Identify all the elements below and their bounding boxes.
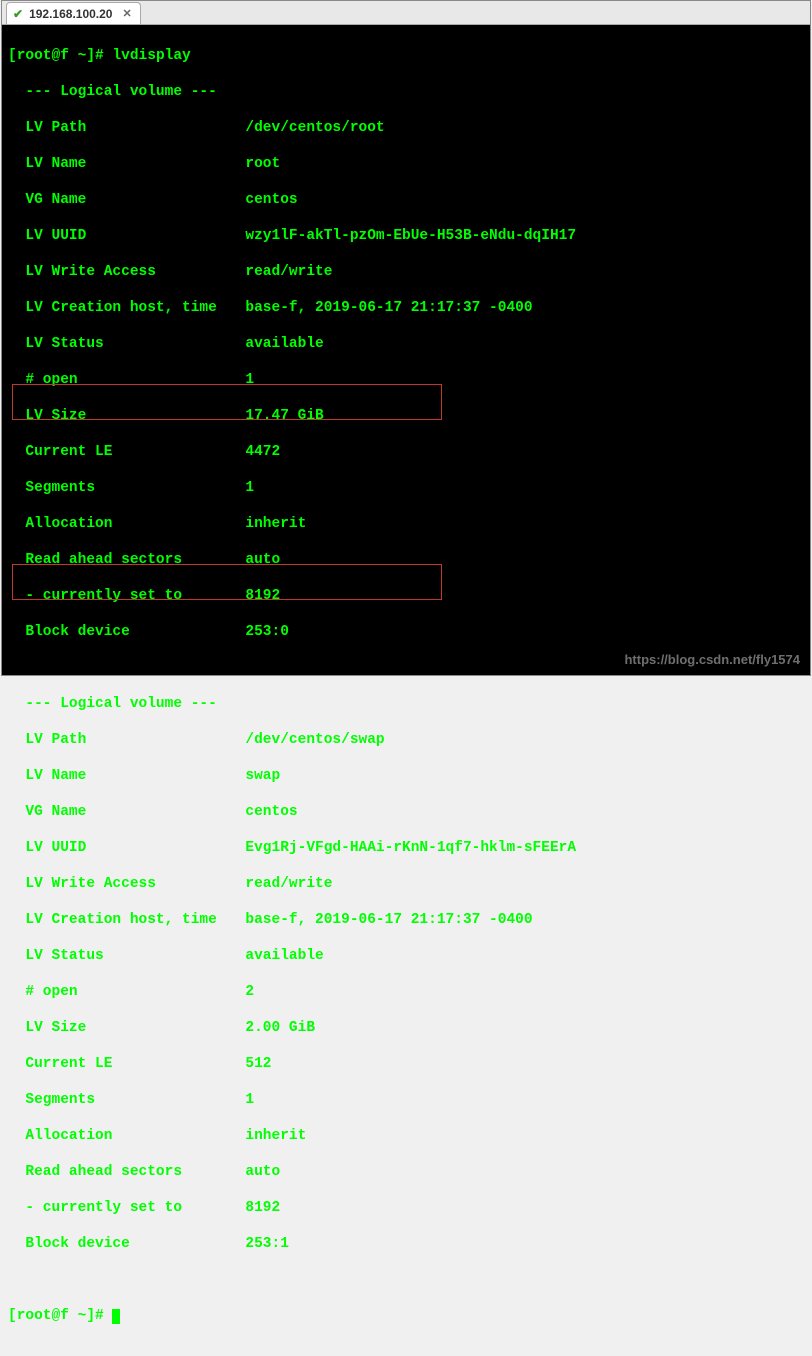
session-tab[interactable]: ✔ 192.168.100.20 ✕	[6, 2, 141, 24]
lv2-creation: LV Creation host, timebase-f, 2019-06-17…	[8, 911, 804, 929]
lv2-open: # open2	[8, 983, 804, 1001]
lv2-read-ahead: Read ahead sectorsauto	[8, 1163, 804, 1181]
lv1-name: LV Nameroot	[8, 155, 804, 173]
bracket-close: ]	[86, 48, 95, 64]
prompt-symbol: #	[95, 48, 104, 64]
lv2-segments: Segments1	[8, 1091, 804, 1109]
user-host: root@f	[17, 48, 69, 64]
prompt-line-2: [root@f ~]#	[8, 1307, 804, 1325]
lv2-path: LV Path/dev/centos/swap	[8, 731, 804, 749]
lv1-read-ahead: Read ahead sectorsauto	[8, 551, 804, 569]
terminal-body[interactable]: [root@f ~]# lvdisplay --- Logical volume…	[2, 25, 810, 675]
lv2-vg: VG Namecentos	[8, 803, 804, 821]
lv2-size: LV Size2.00 GiB	[8, 1019, 804, 1037]
blank-line-2	[8, 1271, 804, 1289]
check-icon: ✔	[13, 7, 23, 21]
close-icon[interactable]: ✕	[122, 7, 131, 20]
lv1-allocation: Allocationinherit	[8, 515, 804, 533]
command-text: lvdisplay	[112, 48, 190, 64]
lv2-uuid: LV UUIDEvg1Rj-VFgd-HAAi-rKnN-1qf7-hklm-s…	[8, 839, 804, 857]
lv1-write-access: LV Write Accessread/write	[8, 263, 804, 281]
blank-line	[8, 659, 804, 677]
lv2-le: Current LE512	[8, 1055, 804, 1073]
bracket-open: [	[8, 48, 17, 64]
lv2-name: LV Nameswap	[8, 767, 804, 785]
lv1-block-device: Block device253:0	[8, 623, 804, 641]
lv1-uuid: LV UUIDwzy1lF-akTl-pzOm-EbUe-H53B-eNdu-d…	[8, 227, 804, 245]
lv2-currently-set: - currently set to8192	[8, 1199, 804, 1217]
lv-separator-2: --- Logical volume ---	[8, 695, 804, 713]
lv2-block-device: Block device253:1	[8, 1235, 804, 1253]
lv2-status: LV Statusavailable	[8, 947, 804, 965]
lv1-size: LV Size17.47 GiB	[8, 407, 804, 425]
lv-separator: --- Logical volume ---	[8, 83, 804, 101]
lv1-creation: LV Creation host, timebase-f, 2019-06-17…	[8, 299, 804, 317]
lv1-path: LV Path/dev/centos/root	[8, 119, 804, 137]
cursor	[112, 1309, 120, 1324]
lv1-currently-set: - currently set to8192	[8, 587, 804, 605]
tab-title: 192.168.100.20	[29, 7, 112, 21]
terminal-window: ✔ 192.168.100.20 ✕ [root@f ~]# lvdisplay…	[1, 0, 811, 676]
prompt-line: [root@f ~]# lvdisplay	[8, 47, 804, 65]
lv1-status: LV Statusavailable	[8, 335, 804, 353]
lv2-allocation: Allocationinherit	[8, 1127, 804, 1145]
lv1-le: Current LE4472	[8, 443, 804, 461]
lv1-open: # open1	[8, 371, 804, 389]
tab-bar: ✔ 192.168.100.20 ✕	[2, 1, 810, 25]
lv1-segments: Segments1	[8, 479, 804, 497]
lv1-vg: VG Namecentos	[8, 191, 804, 209]
lv2-write-access: LV Write Accessread/write	[8, 875, 804, 893]
